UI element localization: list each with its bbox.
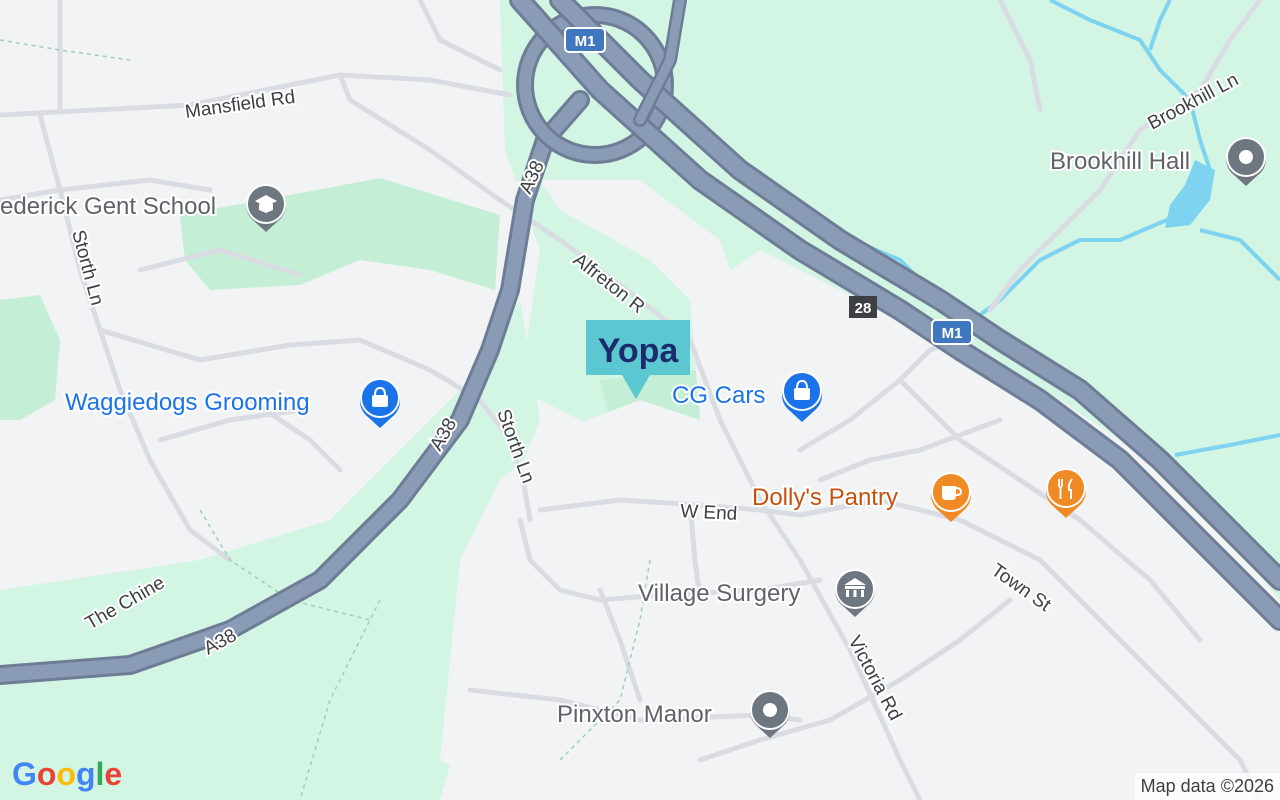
poi-brookhill-hall-label: Brookhill Hall: [1050, 148, 1190, 175]
junction-number-badge: 28: [849, 296, 877, 318]
google-logo: Google: [12, 756, 122, 793]
poi-village-surgery-label: Village Surgery: [638, 580, 800, 607]
svg-text:M1: M1: [942, 325, 963, 342]
svg-text:28: 28: [855, 300, 872, 317]
google-letter-g: G: [12, 756, 37, 792]
google-letter-e: e: [104, 756, 123, 792]
google-letter-o1: o: [36, 756, 57, 792]
poi-grooming-label: Waggiedogs Grooming: [65, 389, 310, 416]
map-canvas[interactable]: M1 M1 28 Mansfield Rd A38 A38 A38 Alfret…: [0, 0, 1280, 800]
poi-dollys-pantry-label: Dolly's Pantry: [752, 484, 898, 511]
road-label-w-end: W End: [680, 501, 738, 525]
poi-pinxton-manor-label: Pinxton Manor: [557, 701, 712, 728]
google-letter-o2: o: [56, 756, 76, 792]
svg-text:M1: M1: [575, 33, 596, 50]
m1-shield-east: M1: [931, 319, 973, 345]
google-letter-g2: g: [75, 756, 96, 792]
poi-school-label: ederick Gent School: [0, 193, 216, 220]
yopa-logo-text: Yopa: [598, 332, 680, 370]
map-attribution[interactable]: Map data ©2026: [1134, 773, 1280, 800]
m1-shield-north: M1: [564, 27, 606, 53]
poi-cg-cars-label: CG Cars: [672, 382, 765, 409]
